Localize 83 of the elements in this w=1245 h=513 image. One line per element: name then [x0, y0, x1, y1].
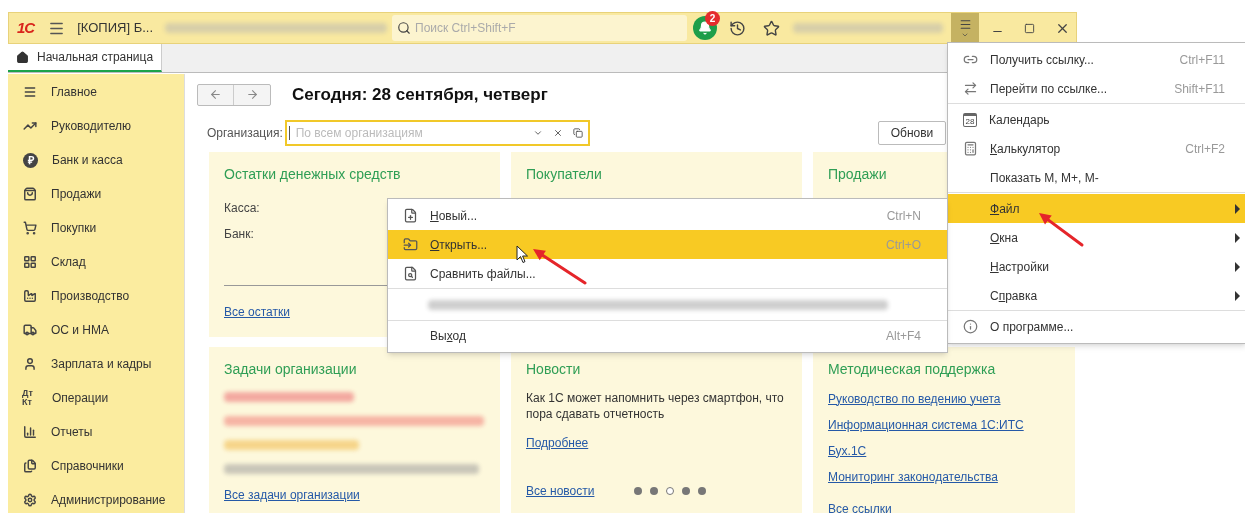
history-icon[interactable]	[729, 19, 746, 37]
bar-chart-icon	[23, 425, 37, 439]
balance-label: Касса:	[224, 200, 260, 215]
books-icon	[23, 459, 37, 473]
news-text: Как 1С может напомнить через смартфон, что пора сдавать отчетность	[526, 389, 785, 422]
trend-icon	[23, 119, 37, 133]
menu-item[interactable]: Перейти по ссылке... Shift+F11	[948, 74, 1245, 103]
menu-item[interactable]: Новый... Ctrl+N	[388, 201, 947, 230]
menu-item[interactable]: Файл	[948, 194, 1245, 223]
card-title: Покупатели	[526, 164, 602, 184]
card-title: Задачи организации	[224, 359, 357, 379]
home-icon	[16, 50, 29, 64]
menu-item[interactable]: О программе...	[948, 312, 1245, 341]
cart-icon	[23, 221, 37, 235]
menu-item[interactable]: Открыть... Ctrl+O	[388, 230, 947, 259]
menu-item[interactable]: Окна	[948, 223, 1245, 252]
card-title: Новости	[526, 359, 581, 379]
coin-icon: ₽	[23, 152, 38, 168]
left-arrow-icon	[209, 88, 222, 102]
open-folder-icon	[403, 237, 418, 252]
sidebar-item[interactable]: Справочники	[8, 449, 184, 483]
sidebar-item[interactable]: Продажи	[8, 177, 184, 211]
menu-item[interactable]: Выход Alt+F4	[388, 321, 947, 350]
menu-item[interactable]: Справка	[948, 281, 1245, 310]
factory-icon	[23, 289, 37, 303]
menu-item[interactable]: Показать M, M+, M-	[948, 163, 1245, 192]
sidebar-item[interactable]: ₽ Банк и касса	[8, 143, 184, 177]
annotation-arrow	[1039, 213, 1084, 247]
menu-item[interactable]: Получить ссылку... Ctrl+F11	[948, 45, 1245, 74]
grid-icon	[23, 255, 37, 269]
sidebar-item[interactable]: Отчеты	[8, 415, 184, 449]
sidebar-item[interactable]: Производство	[8, 279, 184, 313]
sidebar-item[interactable]: ОС и НМА	[8, 313, 184, 347]
sidebar-item[interactable]: Зарплата и кадры	[8, 347, 184, 381]
page-title: Сегодня: 28 сентября, четверг	[292, 84, 548, 106]
home-tab[interactable]: Начальная страница	[8, 44, 163, 72]
truck-icon	[23, 323, 37, 337]
sidebar-item[interactable]: Руководителю	[8, 109, 184, 143]
notification-badge: 2	[705, 11, 720, 26]
star-icon[interactable]	[763, 19, 780, 37]
card-title: Остатки денежных средств	[224, 164, 401, 184]
mouse-cursor-icon	[516, 245, 528, 263]
footer-link[interactable]: Все новости	[526, 481, 595, 500]
menu-item[interactable]: Настройки	[948, 252, 1245, 281]
sidebar-item[interactable]: Покупки	[8, 211, 184, 245]
sidebar-item[interactable]: Администрирование	[8, 483, 184, 513]
sidebar-item[interactable]: Главное	[8, 75, 184, 109]
footer-link[interactable]: Все ссылки	[828, 501, 892, 513]
card-title: Методическая поддержка	[828, 359, 996, 379]
menu-item[interactable]: Сравнить файлы...	[388, 259, 947, 288]
gear-icon	[23, 493, 37, 507]
sidebar-item[interactable]: Склад	[8, 245, 184, 279]
footer-link[interactable]: Все задачи организации	[224, 485, 500, 504]
debit-credit-icon: Дт Кт	[22, 389, 38, 407]
app-logo: 1С	[17, 17, 35, 38]
org-label: Организация:	[207, 124, 283, 142]
refresh-button[interactable]: Обнови	[877, 120, 947, 145]
new-file-icon	[403, 208, 418, 223]
menu-item[interactable]: Калькулятор Ctrl+F2	[948, 134, 1245, 163]
info-icon	[963, 319, 978, 334]
balance-label: Банк:	[224, 226, 254, 241]
support-link[interactable]: Информационная система 1С:ИТС	[828, 415, 1024, 434]
open-icon[interactable]	[572, 127, 583, 138]
person-icon	[23, 357, 37, 371]
support-link[interactable]: Руководство по ведению учета	[828, 389, 1001, 408]
sidebar-item[interactable]: Дт Кт Операции	[8, 381, 184, 415]
support-link[interactable]: Бух.1С	[828, 441, 867, 460]
maximize-icon[interactable]	[1024, 22, 1035, 34]
compare-files-icon	[403, 266, 418, 281]
card-title: Продажи	[828, 164, 887, 184]
menu-icon	[23, 85, 37, 99]
window-title: [КОПИЯ] Б...	[77, 19, 153, 38]
clear-icon[interactable]	[552, 127, 563, 138]
calendar-icon: 28	[963, 112, 977, 127]
more-link[interactable]: Подробнее	[526, 433, 589, 452]
main-menu-button[interactable]	[951, 13, 979, 43]
support-link[interactable]: Мониторинг законодательства	[828, 467, 998, 486]
bag-icon	[23, 187, 37, 201]
calculator-icon	[963, 141, 978, 156]
menu-item[interactable]: 28 Календарь	[948, 105, 1245, 134]
search-icon	[397, 21, 411, 35]
annotation-arrow	[533, 249, 587, 285]
right-arrow-icon	[245, 88, 259, 102]
